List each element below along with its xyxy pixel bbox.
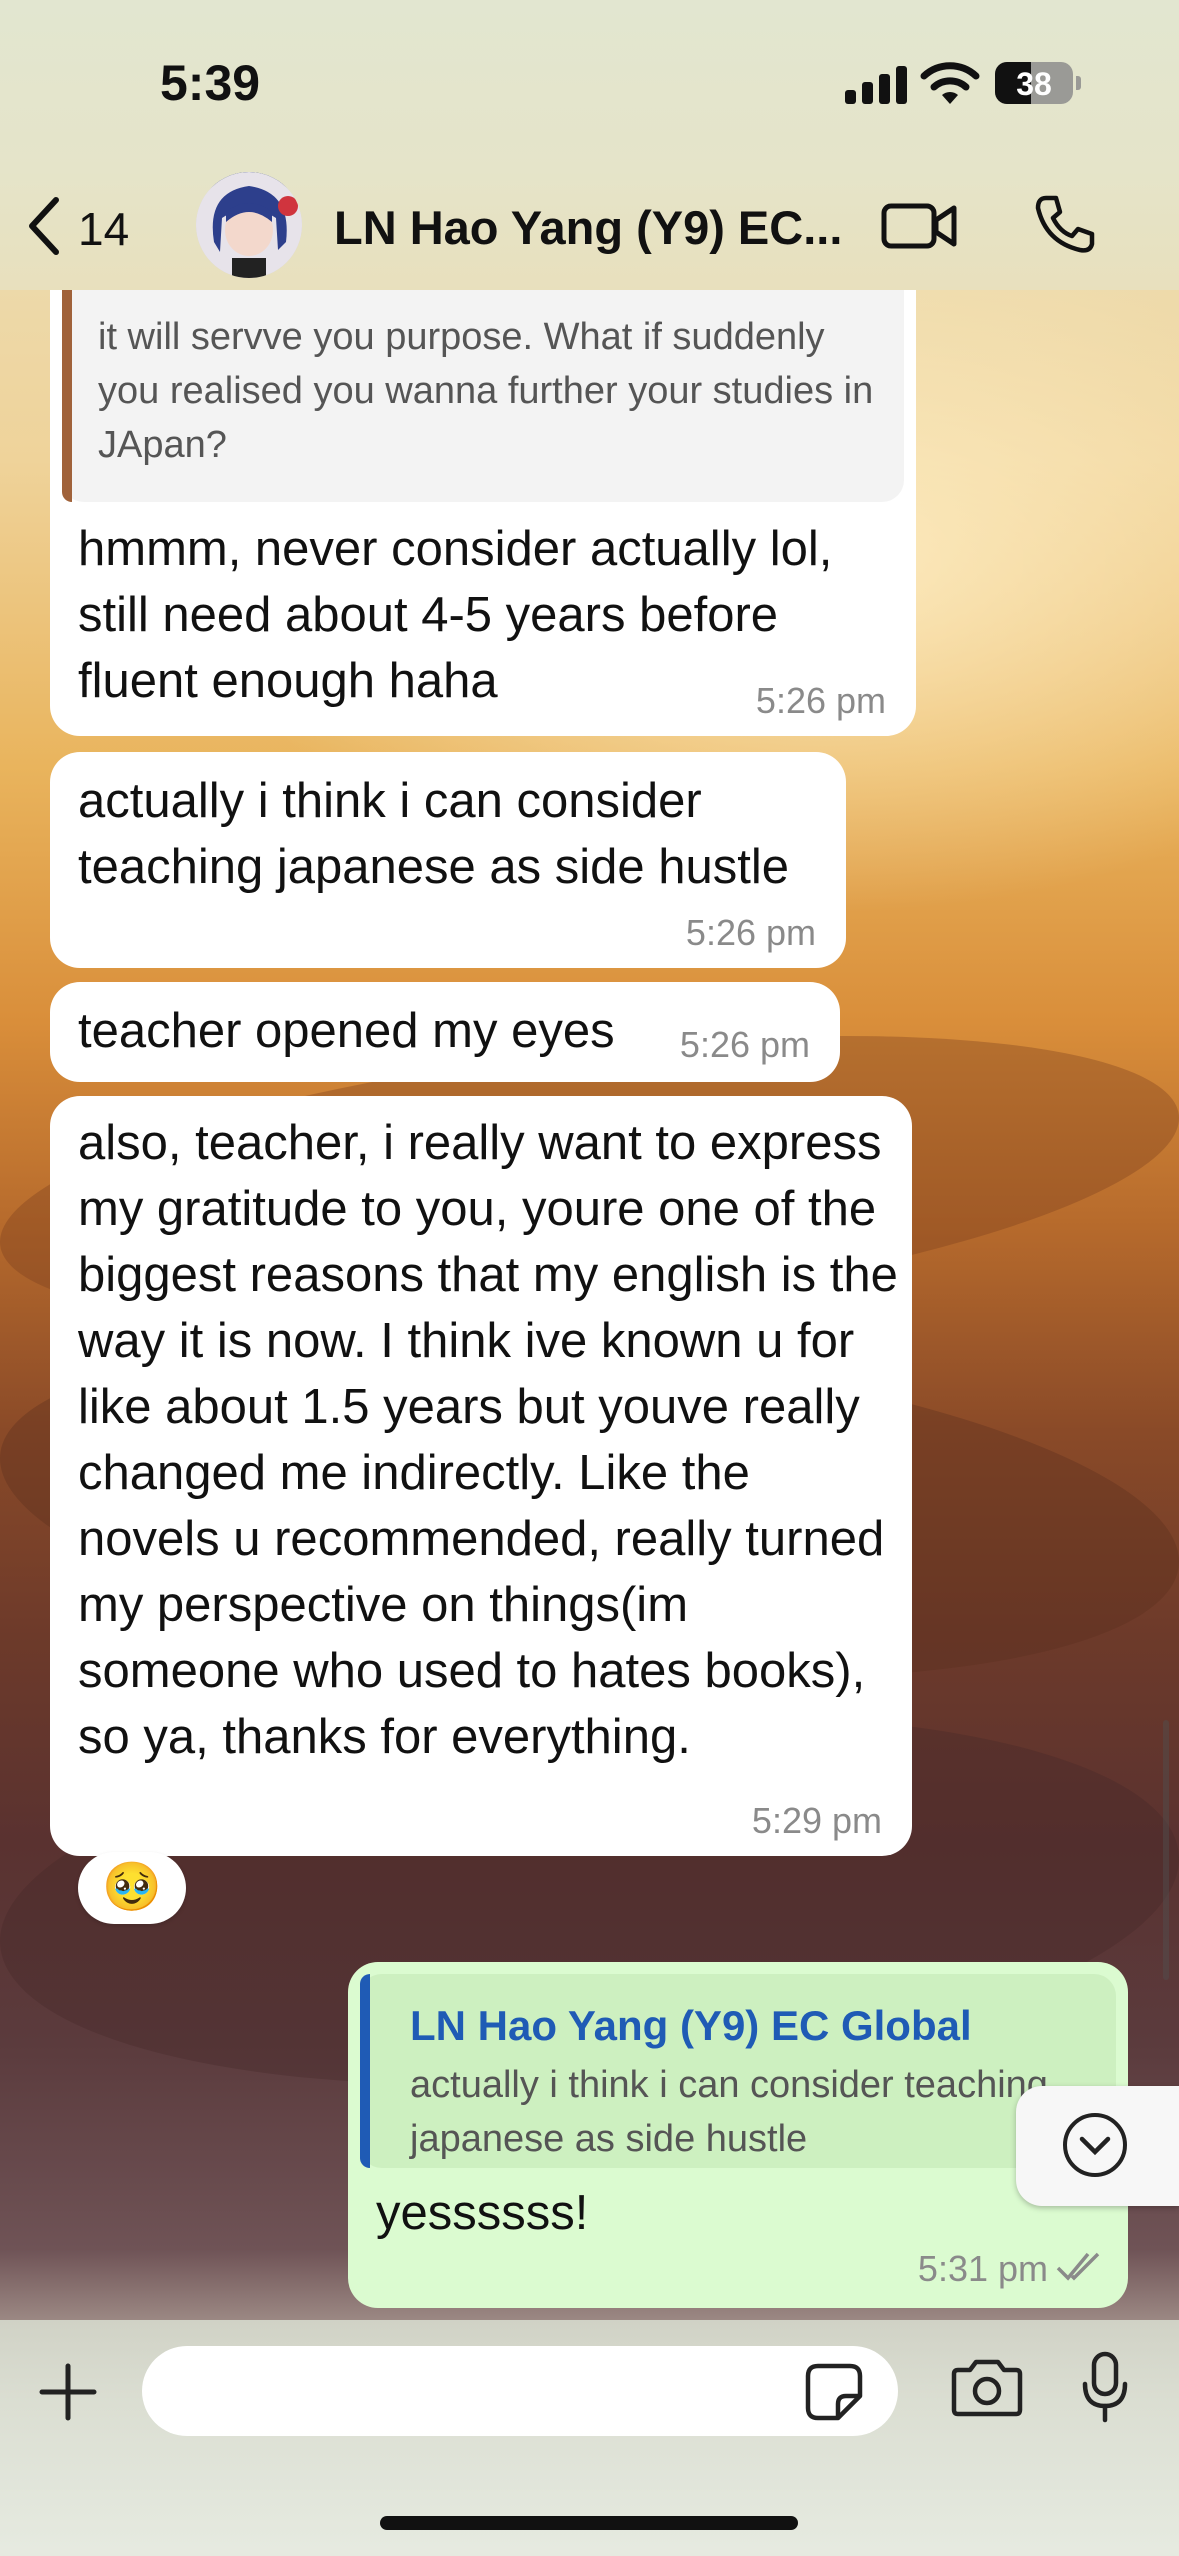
home-indicator[interactable] [380,2516,798,2530]
message-timestamp: 5:31 pm [917,2248,1048,2289]
camera-button[interactable] [950,2356,1024,2423]
quote-bar [360,1974,370,2168]
phone-call-icon [1032,195,1096,260]
status-time: 5:39 [160,55,261,111]
incoming-message[interactable]: it will servve you purpose. What if sudd… [50,260,916,736]
quoted-text: it will servve you purpose. What if sudd… [98,316,874,466]
incoming-message[interactable]: actually i think i can consider teaching… [50,752,846,968]
avatar[interactable] [196,172,302,278]
message-text: yessssss! [376,2186,589,2240]
microphone-icon [1080,2351,1130,2430]
message-text: actually i think i can consider teaching… [78,774,790,894]
scroll-to-bottom-button[interactable] [1016,2086,1179,2206]
chat-title[interactable]: LN Hao Yang (Y9) EC... [334,200,842,255]
quote-bar [62,260,72,502]
sticker-icon [804,2363,864,2426]
back-button[interactable]: 14 [24,196,129,261]
phone-call-button[interactable] [1032,192,1096,261]
wifi-icon [920,60,980,111]
incoming-message[interactable]: also, teacher, i really want to express … [50,1096,912,1856]
message-timestamp: 5:26 pm [679,1024,810,1065]
read-receipt-icon [1054,2246,1102,2291]
quoted-message[interactable]: it will servve you purpose. What if sudd… [62,260,904,502]
incoming-message[interactable]: teacher opened my eyes 5:26 pm [50,982,840,1082]
message-timestamp: 5:26 pm [755,680,886,721]
plus-icon [38,2363,98,2426]
quoted-text: actually i think i can consider teaching… [410,2064,1048,2160]
back-chevron-icon [24,196,64,261]
camera-icon [950,2359,1024,2422]
message-text: teacher opened my eyes [78,1004,615,1058]
outgoing-message[interactable]: LN Hao Yang (Y9) EC Global actually i th… [348,1962,1128,2308]
message-timestamp: 5:29 pm [751,1800,882,1841]
status-bar: 5:39 38 [0,0,1179,170]
message-input[interactable] [142,2346,898,2436]
video-call-button[interactable] [880,196,960,261]
battery-level: 38 [1016,66,1052,102]
cellular-signal-icon [845,66,913,104]
unread-count: 14 [78,202,130,255]
quoted-message[interactable]: LN Hao Yang (Y9) EC Global actually i th… [360,1974,1116,2168]
attach-button[interactable] [38,2362,98,2427]
battery-icon: 38 [995,62,1081,104]
sticker-button[interactable] [804,2362,864,2427]
composer-bar [0,2320,1179,2556]
quoted-sender: LN Hao Yang (Y9) EC Global [410,2002,972,2049]
chat-header: 14 LN Hao Yang (Y9) EC... [0,170,1179,290]
scrollbar[interactable] [1163,1720,1169,1980]
message-reaction[interactable]: 🥹 [78,1852,186,1924]
microphone-button[interactable] [1080,2350,1130,2431]
video-call-icon [880,203,960,260]
message-text: also, teacher, i really want to express … [78,1116,898,1764]
message-timestamp: 5:26 pm [685,912,816,953]
